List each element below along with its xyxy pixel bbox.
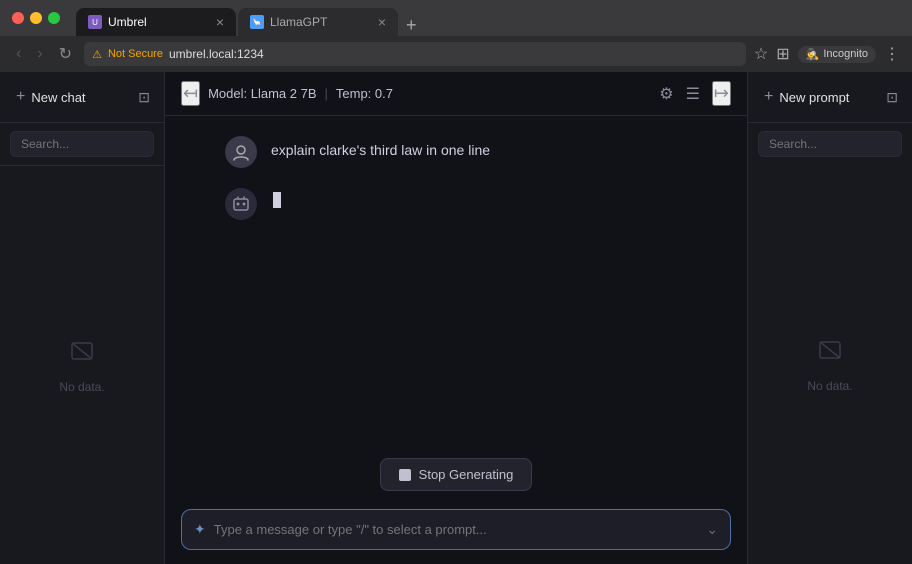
incognito-label: Incognito <box>823 48 868 60</box>
user-message-content: explain clarke's third law in one line <box>271 136 490 161</box>
collapse-left-button[interactable]: ↤ <box>181 81 200 106</box>
no-data-label: No data. <box>59 380 104 394</box>
new-prompt-button[interactable]: + New prompt <box>758 84 876 110</box>
maximize-window-button[interactable] <box>48 12 60 24</box>
extensions-button[interactable]: ⊞ <box>776 44 789 64</box>
temp-label: Temp: 0.7 <box>336 86 393 101</box>
menu-dots-button[interactable]: ☰ <box>686 84 700 104</box>
minimize-window-button[interactable] <box>30 12 42 24</box>
browser-titlebar: U Umbrel × 🦙 LlamaGPT × + <box>0 0 912 36</box>
new-tab-button[interactable]: + <box>400 15 423 36</box>
right-sidebar-search <box>748 123 912 165</box>
chat-search-input[interactable] <box>10 131 154 157</box>
settings-button[interactable]: ⚙ <box>659 84 673 104</box>
input-action-button[interactable]: ⌄ <box>706 521 718 538</box>
browser-chrome: U Umbrel × 🦙 LlamaGPT × + ‹ › ↻ ⚠ Not Se… <box>0 0 912 72</box>
forward-button[interactable]: › <box>33 43 46 65</box>
collapse-right-button[interactable]: ↦ <box>712 81 731 106</box>
back-button[interactable]: ‹ <box>12 43 25 65</box>
model-label: Model: Llama 2 7B <box>208 86 316 101</box>
main-chat-area: ↤ Model: Llama 2 7B | Temp: 0.7 ⚙ ☰ ↦ <box>165 72 747 564</box>
sidebar-edit-button[interactable]: ⊡ <box>134 85 154 110</box>
new-chat-label: New chat <box>31 90 85 105</box>
model-separator: | <box>325 86 328 101</box>
tab-umbrel[interactable]: U Umbrel × <box>76 8 236 36</box>
browser-toolbar: ‹ › ↻ ⚠ Not Secure umbrel.local:1234 ☆ ⊞… <box>0 36 912 72</box>
chat-header-left: ↤ Model: Llama 2 7B | Temp: 0.7 <box>181 81 393 106</box>
message-ai <box>225 188 687 220</box>
close-window-button[interactable] <box>12 12 24 24</box>
right-sidebar: + New prompt ⊡ No data. <box>747 72 912 564</box>
left-sidebar-content: No data. <box>0 166 164 564</box>
browser-tabs: U Umbrel × 🦙 LlamaGPT × + <box>76 0 812 36</box>
chat-header-right: ⚙ ☰ ↦ <box>659 81 731 106</box>
address-bar[interactable]: ⚠ Not Secure umbrel.local:1234 <box>84 42 746 66</box>
browser-actions: ☆ ⊞ 🕵 Incognito ⋮ <box>754 44 900 64</box>
no-data-icon <box>68 337 96 372</box>
app-container: + New chat ⊡ No data. ↤ Model: Ll <box>0 72 912 564</box>
user-avatar <box>225 136 257 168</box>
stop-generating-label: Stop Generating <box>419 467 514 482</box>
left-sidebar-header: + New chat ⊡ <box>0 72 164 123</box>
right-no-data-icon <box>816 336 844 371</box>
security-label: Not Secure <box>108 48 163 60</box>
tab-llamagpt-close[interactable]: × <box>378 14 386 30</box>
address-text: umbrel.local:1234 <box>169 47 264 61</box>
right-sidebar-header: + New prompt ⊡ <box>748 72 912 123</box>
prompt-edit-button[interactable]: ⊡ <box>882 85 902 110</box>
tab-umbrel-close[interactable]: × <box>216 14 224 30</box>
right-sidebar-content: No data. <box>748 165 912 564</box>
tab-llamagpt-label: LlamaGPT <box>270 15 327 29</box>
chat-message-input[interactable] <box>214 510 699 549</box>
chat-header: ↤ Model: Llama 2 7B | Temp: 0.7 ⚙ ☰ ↦ <box>165 72 747 116</box>
stop-icon <box>399 469 411 481</box>
traffic-lights <box>12 12 60 24</box>
umbrel-favicon: U <box>88 15 102 29</box>
right-no-data-label: No data. <box>807 379 852 393</box>
new-prompt-label: New prompt <box>779 90 849 105</box>
bookmark-button[interactable]: ☆ <box>754 44 768 64</box>
left-sidebar: + New chat ⊡ No data. <box>0 72 165 564</box>
new-chat-button[interactable]: + New chat <box>10 84 128 110</box>
message-user: explain clarke's third law in one line <box>225 136 687 168</box>
plus-icon: + <box>16 88 25 106</box>
stop-btn-container: Stop Generating <box>165 448 747 501</box>
typing-cursor <box>273 192 281 208</box>
llamagpt-favicon: 🦙 <box>250 15 264 29</box>
incognito-icon: 🕵 <box>806 48 820 61</box>
input-area: ✦ ⌄ <box>165 501 747 564</box>
stop-generating-button[interactable]: Stop Generating <box>380 458 533 491</box>
prompt-search-input[interactable] <box>758 131 902 157</box>
messages-area: explain clarke's third law in one line <box>165 116 747 448</box>
chat-input-wrapper: ✦ ⌄ <box>181 509 731 550</box>
reload-button[interactable]: ↻ <box>55 42 76 66</box>
incognito-badge: 🕵 Incognito <box>798 46 876 63</box>
tab-llamagpt[interactable]: 🦙 LlamaGPT × <box>238 8 398 36</box>
left-sidebar-search <box>0 123 164 166</box>
security-icon: ⚠ <box>92 48 102 61</box>
menu-button[interactable]: ⋮ <box>884 44 900 64</box>
ai-avatar <box>225 188 257 220</box>
tab-umbrel-label: Umbrel <box>108 15 147 29</box>
ai-message-content <box>271 188 281 214</box>
spark-icon: ✦ <box>194 521 206 538</box>
prompt-plus-icon: + <box>764 88 773 106</box>
model-info: Model: Llama 2 7B | Temp: 0.7 <box>208 86 393 101</box>
